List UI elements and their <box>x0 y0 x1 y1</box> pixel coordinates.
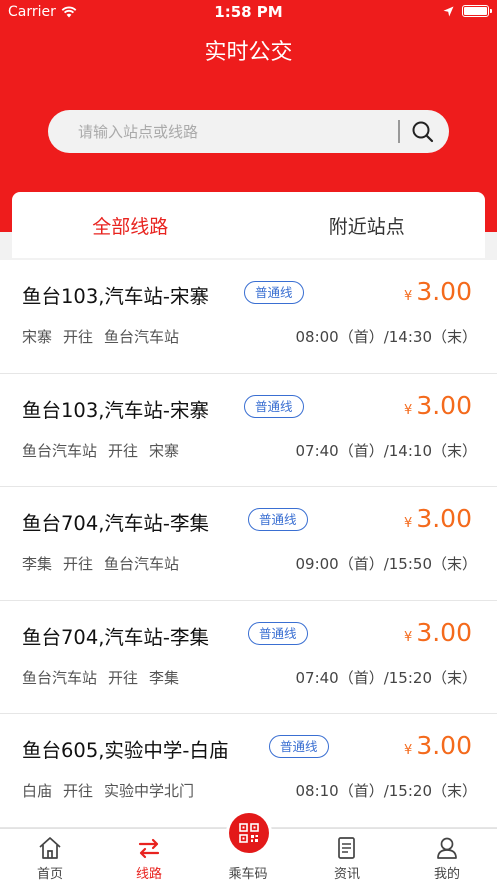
tab-all-routes[interactable]: 全部线路 <box>12 192 249 258</box>
battery-icon <box>462 5 492 17</box>
route-direction-label: 开往 <box>108 668 139 687</box>
status-bar: Carrier 1:58 PM <box>0 0 497 24</box>
route-list: 鱼台103,汽车站-宋寨 普通线 ¥ 3.00 宋寨 开往 鱼台汽车站 08:00（… <box>0 260 497 828</box>
currency-symbol: ¥ <box>404 516 413 531</box>
page-title: 实时公交 <box>204 40 293 65</box>
tab-nearby-stations[interactable]: 附近站点 <box>249 192 486 258</box>
route-to: 鱼台汽车站 <box>104 328 180 346</box>
nav-news[interactable]: 资讯 <box>307 829 387 883</box>
nav-profile[interactable]: 我的 <box>407 829 487 883</box>
route-item[interactable]: 鱼台704,汽车站-李集 普通线 ¥ 3.00 李集 开往 鱼台汽车站 09:00（… <box>0 487 497 601</box>
currency-symbol: ¥ <box>404 629 413 645</box>
tab-bar: 全部线路 附近站点 <box>12 192 485 258</box>
profile-icon <box>437 837 457 859</box>
currency-symbol: ¥ <box>404 743 413 758</box>
news-icon <box>338 837 355 859</box>
route-type-badge: 普通线 <box>248 508 308 531</box>
route-direction-label: 开往 <box>108 441 139 460</box>
status-time: 1:58 PM <box>214 3 283 21</box>
route-from: 宋寨 <box>22 328 53 346</box>
route-from: 白庙 <box>22 782 53 800</box>
route-price: ¥ 3.00 <box>404 618 472 647</box>
home-icon <box>39 837 61 859</box>
route-name: 鱼台605,实验中学-白庙 <box>22 739 229 762</box>
nav-news-label: 资讯 <box>333 867 360 882</box>
route-to: 鱼台汽车站 <box>104 555 180 573</box>
currency-symbol: ¥ <box>404 289 413 304</box>
currency-symbol: ¥ <box>404 402 413 418</box>
price-value: 3.00 <box>416 617 472 647</box>
qr-code-button[interactable] <box>229 813 269 853</box>
route-schedule: 08:10（首）/15:20（末） <box>295 782 477 800</box>
route-direction-label: 开往 <box>63 328 94 346</box>
route-direction: 李集 开往 鱼台汽车站 <box>22 553 190 574</box>
search-icon[interactable] <box>410 119 436 145</box>
route-to: 宋寨 <box>149 441 180 460</box>
route-direction: 白庙 开往 实验中学北门 <box>22 780 205 801</box>
route-direction: 宋寨 开往 鱼台汽车站 <box>22 326 190 347</box>
status-right <box>443 5 492 17</box>
route-type-badge: 普通线 <box>244 281 304 304</box>
route-price: ¥ 3.00 <box>404 731 472 760</box>
route-direction-label: 开往 <box>63 782 94 800</box>
route-schedule: 07:40（首）/14:10（末） <box>295 441 477 460</box>
price-value: 3.00 <box>416 277 472 306</box>
route-item[interactable]: 鱼台605,实验中学-白庙 普通线 ¥ 3.00 白庙 开往 实验中学北门 08:1… <box>0 714 497 828</box>
nav-routes[interactable]: 线路 <box>109 829 189 883</box>
route-direction: 鱼台汽车站 开往 李集 <box>22 667 190 688</box>
nav-routes-label: 线路 <box>135 867 162 882</box>
route-switch-icon <box>138 838 160 859</box>
route-type-badge: 普通线 <box>269 735 329 758</box>
nav-home-label: 首页 <box>36 867 63 882</box>
price-value: 3.00 <box>416 390 472 420</box>
search-divider <box>398 120 400 143</box>
nav-profile-label: 我的 <box>433 867 460 882</box>
route-price: ¥ 3.00 <box>404 391 472 420</box>
route-from: 鱼台汽车站 <box>22 441 98 460</box>
search-input[interactable] <box>78 110 388 153</box>
route-direction: 鱼台汽车站 开往 宋寨 <box>22 440 190 461</box>
route-direction-label: 开往 <box>63 555 94 573</box>
search-box <box>48 110 449 153</box>
route-price: ¥ 3.00 <box>404 504 472 533</box>
qr-code-icon <box>239 823 259 843</box>
route-item[interactable]: 鱼台103,汽车站-宋寨 普通线 ¥ 3.00 鱼台汽车站 开往 宋寨 07:40（… <box>0 373 497 487</box>
route-to: 实验中学北门 <box>104 782 195 800</box>
route-price: ¥ 3.00 <box>404 277 472 306</box>
nav-home[interactable]: 首页 <box>10 829 90 883</box>
route-item[interactable]: 鱼台103,汽车站-宋寨 普通线 ¥ 3.00 宋寨 开往 鱼台汽车站 08:00（… <box>0 260 497 374</box>
route-to: 李集 <box>149 668 180 687</box>
route-name: 鱼台103,汽车站-宋寨 <box>22 285 209 308</box>
route-name: 鱼台704,汽车站-李集 <box>22 625 209 649</box>
route-type-badge: 普通线 <box>248 621 308 645</box>
route-item[interactable]: 鱼台704,汽车站-李集 普通线 ¥ 3.00 鱼台汽车站 开往 李集 07:40（… <box>0 600 497 714</box>
route-from: 李集 <box>22 555 53 573</box>
route-name: 鱼台704,汽车站-李集 <box>22 512 209 535</box>
app-screen: Carrier 1:58 PM 实时公交 请输入站点或线路 全部线路 附近站点 … <box>0 0 497 883</box>
price-value: 3.00 <box>416 504 472 533</box>
route-schedule: 09:00（首）/15:50（末） <box>295 555 477 573</box>
route-schedule: 07:40（首）/15:20（末） <box>295 668 477 687</box>
route-type-badge: 普通线 <box>244 394 304 418</box>
route-name: 鱼台103,汽车站-宋寨 <box>22 398 209 422</box>
location-arrow-icon <box>443 6 454 16</box>
route-schedule: 08:00（首）/14:30（末） <box>295 328 477 346</box>
price-value: 3.00 <box>416 731 472 760</box>
route-from: 鱼台汽车站 <box>22 668 98 687</box>
nav-ride-code-label: 乘车码 <box>228 867 268 882</box>
